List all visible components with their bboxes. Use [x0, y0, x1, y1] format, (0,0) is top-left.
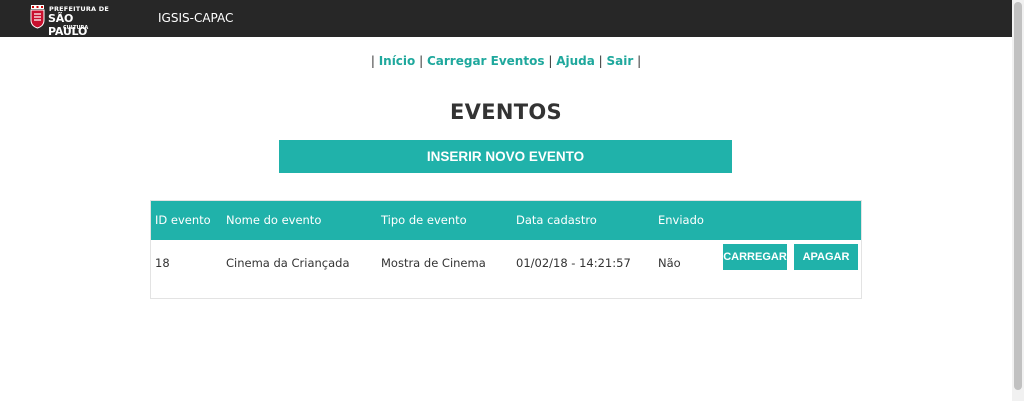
cell-type: Mostra de Cinema — [381, 256, 486, 270]
table-header: ID evento Nome do evento Tipo de evento … — [151, 201, 861, 240]
sao-paulo-crest-icon — [30, 5, 45, 29]
nav-link-sair[interactable]: Sair — [607, 54, 634, 68]
nav-separator: | — [419, 54, 424, 68]
column-header-sent: Enviado — [658, 213, 704, 227]
nav-separator: | — [637, 54, 642, 68]
column-header-id: ID evento — [155, 213, 211, 227]
events-table: ID evento Nome do evento Tipo de evento … — [150, 200, 862, 299]
delete-event-button[interactable]: APAGAR — [794, 244, 858, 270]
cell-sent: Não — [658, 256, 681, 270]
cell-date: 01/02/18 - 14:21:57 — [516, 256, 631, 270]
nav-link-carregar-eventos[interactable]: Carregar Eventos — [427, 54, 545, 68]
column-header-name: Nome do evento — [226, 213, 322, 227]
prefeitura-logo[interactable]: PREFEITURA DE SÃO PAULO CULTURA — [30, 4, 114, 38]
insert-new-event-button[interactable]: INSERIR NOVO EVENTO — [279, 140, 732, 173]
scrollbar-thumb[interactable] — [1014, 2, 1022, 390]
cell-name: Cinema da Criançada — [226, 256, 350, 270]
column-header-type: Tipo de evento — [381, 213, 467, 227]
nav-separator: | — [598, 54, 603, 68]
page-title: EVENTOS — [450, 100, 562, 124]
nav-separator: | — [548, 54, 553, 68]
nav-link-ajuda[interactable]: Ajuda — [556, 54, 595, 68]
nav-separator: | — [370, 54, 375, 68]
load-event-button[interactable]: CARREGAR — [723, 244, 787, 270]
top-navbar: PREFEITURA DE SÃO PAULO CULTURA IGSIS-CA… — [0, 0, 1012, 38]
column-header-date: Data cadastro — [516, 213, 597, 227]
logo-line-3: CULTURA — [63, 25, 89, 31]
vertical-scrollbar[interactable] — [1012, 0, 1024, 401]
main-nav: | Início | Carregar Eventos | Ajuda | Sa… — [0, 54, 1012, 68]
app-title[interactable]: IGSIS-CAPAC — [158, 11, 233, 25]
nav-link-inicio[interactable]: Início — [379, 54, 416, 68]
cell-id: 18 — [155, 256, 170, 270]
